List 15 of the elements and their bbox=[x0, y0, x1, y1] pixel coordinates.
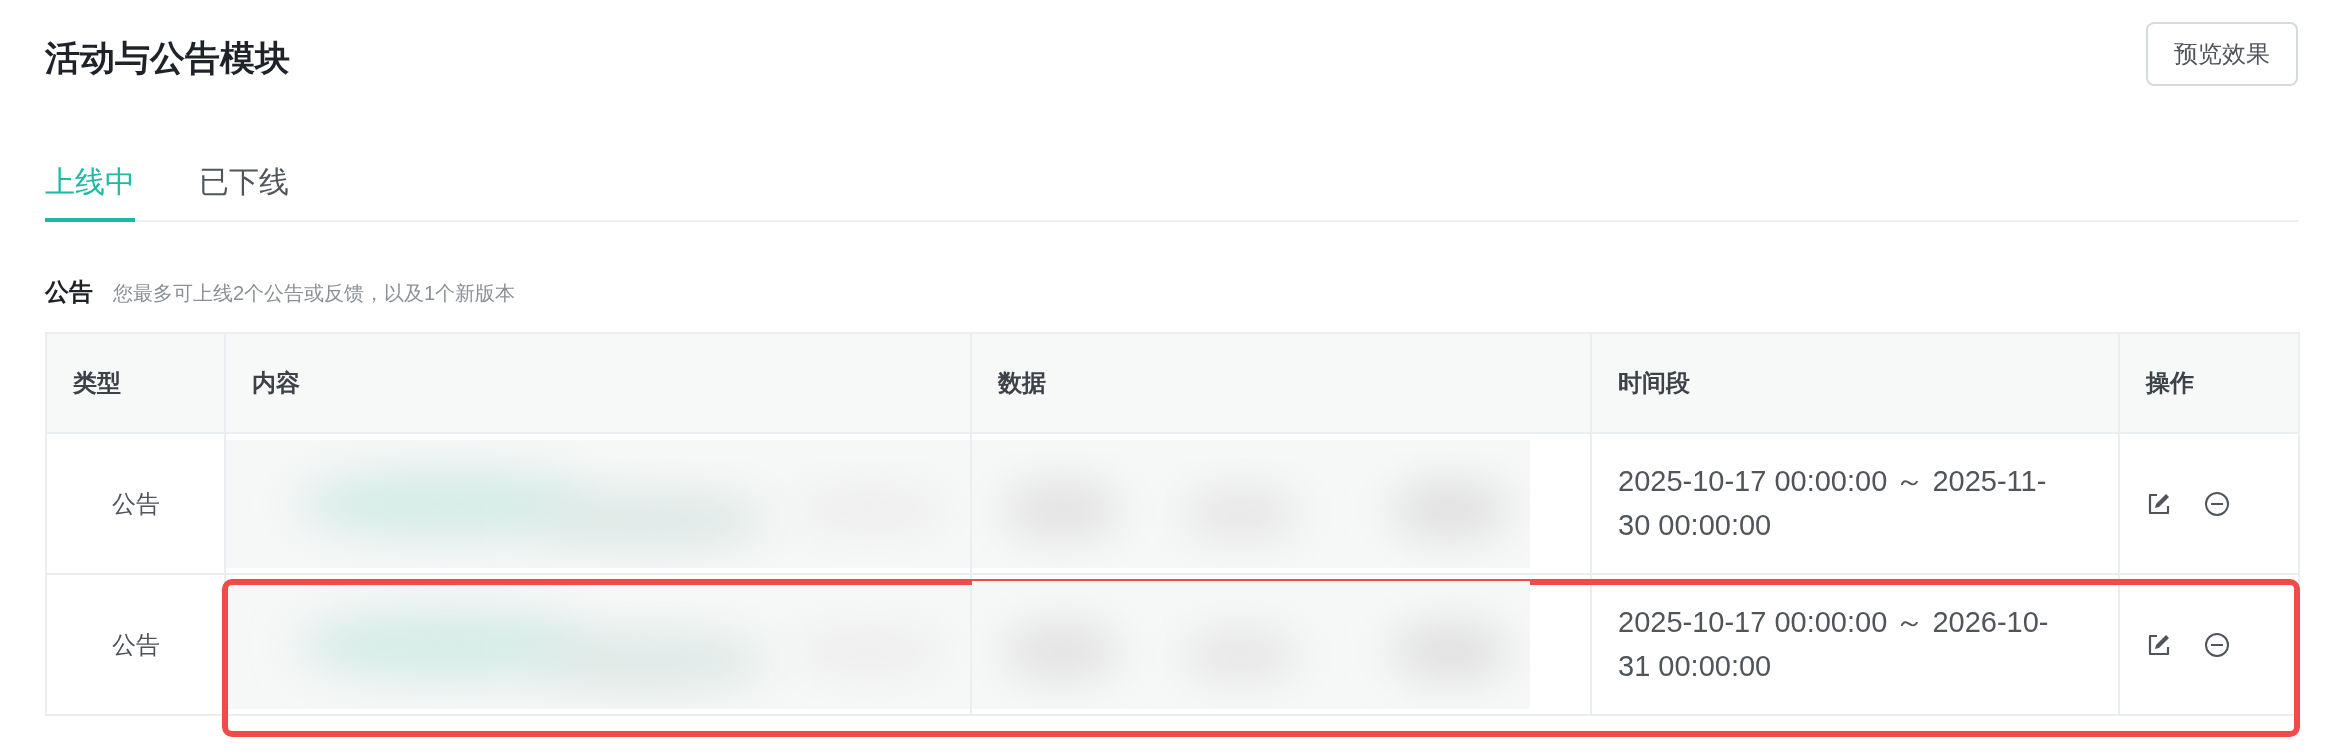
column-header: 时间段 bbox=[1591, 333, 2119, 433]
table-cell: 2025-10-17 00:00:00 ～ 2026-10-31 00:00:00 bbox=[1591, 574, 2119, 715]
page-title: 活动与公告模块 bbox=[45, 37, 290, 79]
remove-icon[interactable] bbox=[2204, 490, 2230, 517]
preview-button[interactable]: 预览效果 bbox=[2146, 22, 2298, 86]
table-cell: 公告 bbox=[46, 574, 225, 715]
column-header: 数据 bbox=[971, 333, 1591, 433]
section-hint: 您最多可上线2个公告或反馈，以及1个新版本 bbox=[113, 281, 516, 306]
remove-icon[interactable] bbox=[2204, 631, 2230, 658]
section-title: 公告 bbox=[45, 277, 93, 307]
tab[interactable]: 已下线 bbox=[199, 159, 289, 222]
column-header: 内容 bbox=[225, 333, 971, 433]
table-cell: 2025-10-17 00:00:00 ～ 2025-11-30 00:00:00 bbox=[1591, 433, 2119, 574]
column-header: 操作 bbox=[2119, 333, 2299, 433]
column-header: 类型 bbox=[46, 333, 225, 433]
